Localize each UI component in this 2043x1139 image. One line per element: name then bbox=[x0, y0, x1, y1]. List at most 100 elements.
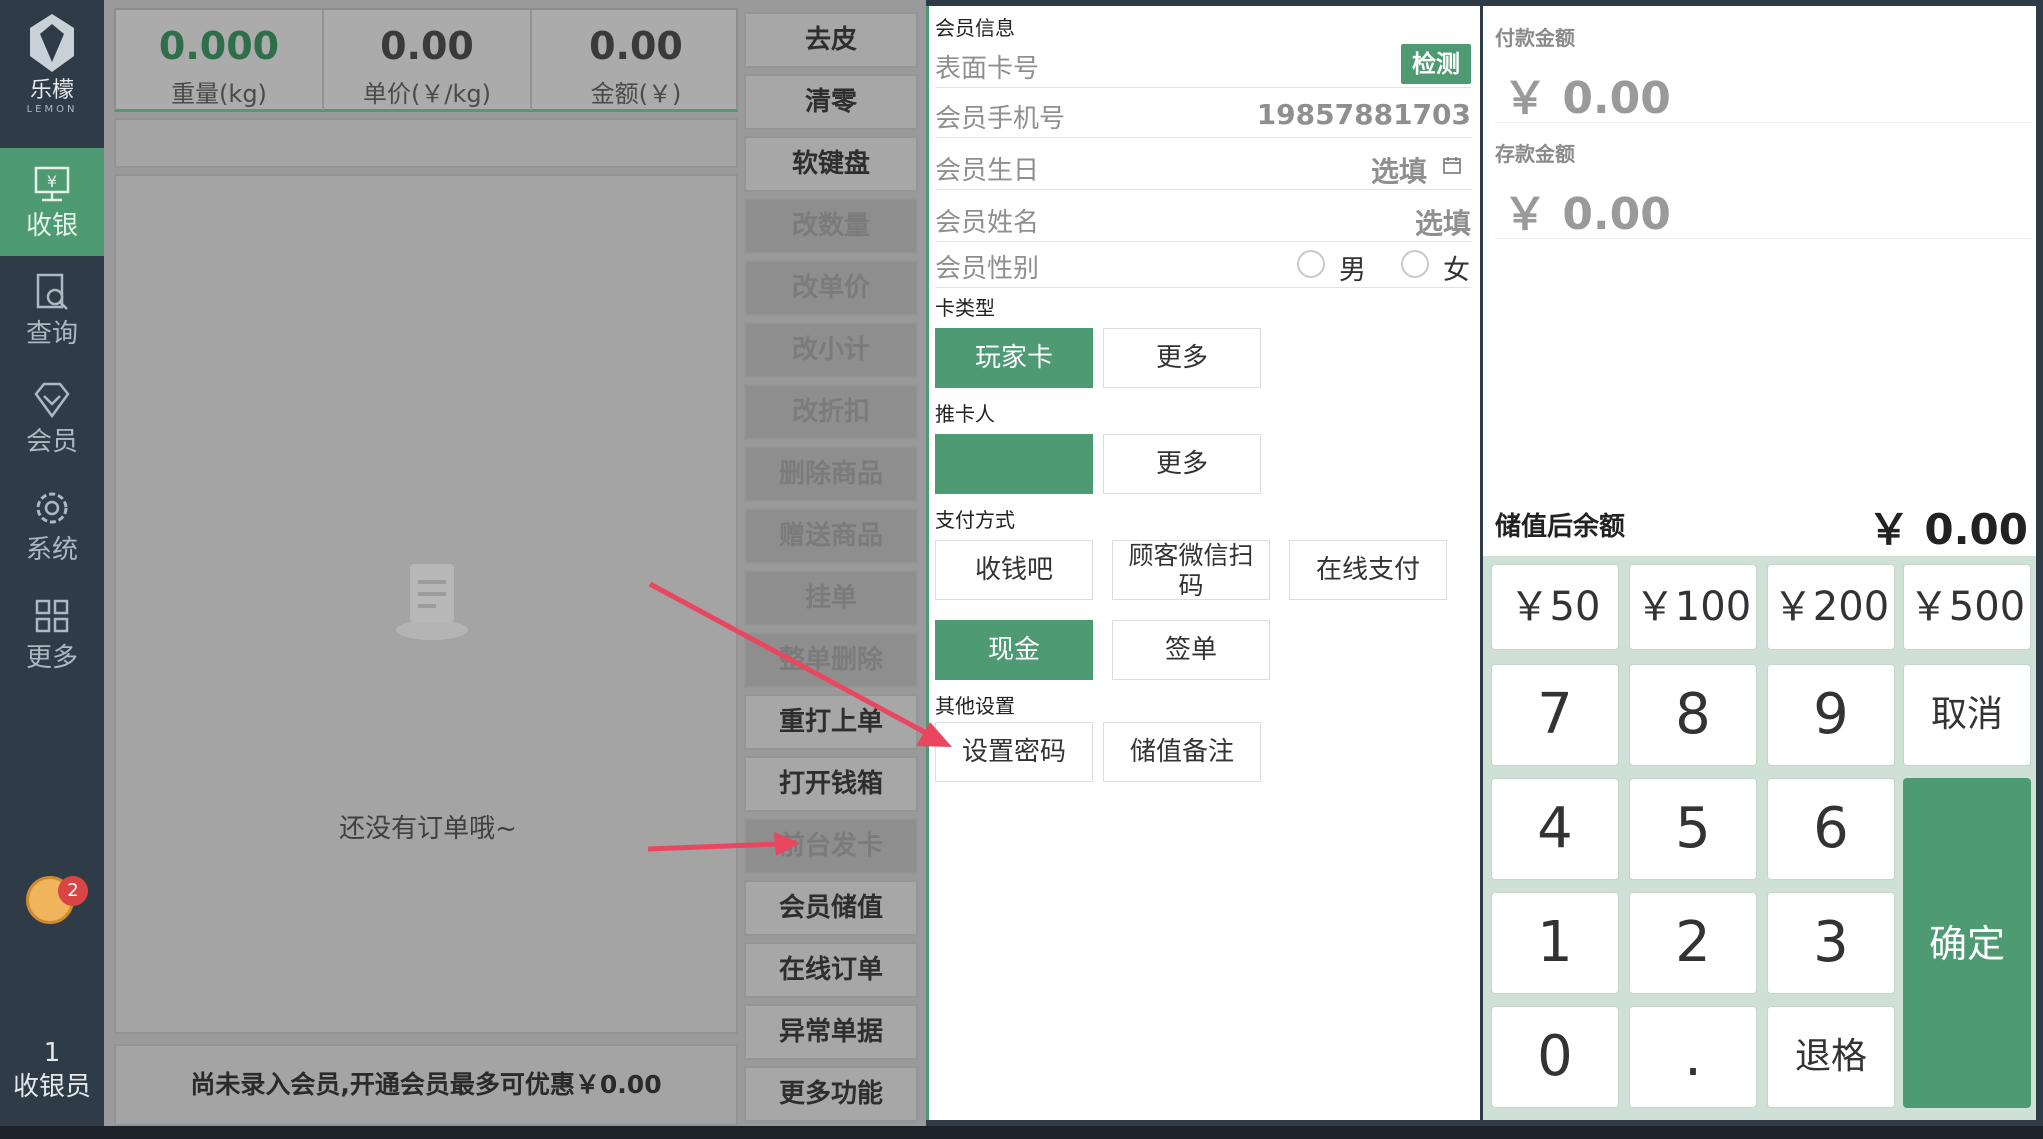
cashier-icon: ¥ bbox=[34, 166, 70, 202]
app-logo: 乐檬 LEMON bbox=[0, 12, 104, 122]
gear-icon bbox=[36, 492, 68, 524]
balance-label: 储值后余额 bbox=[1495, 512, 1626, 542]
order-list: 还没有订单哦~ bbox=[114, 174, 738, 1034]
function-button[interactable]: 打开钱箱 bbox=[744, 756, 918, 812]
sidebar-item-label: 收银 bbox=[25, 211, 78, 241]
pay-wechat-line1: 顾客微信扫 bbox=[1128, 541, 1254, 570]
key-5[interactable]: 5 bbox=[1629, 778, 1757, 880]
pay-wechat-line2: 码 bbox=[1178, 571, 1204, 600]
key-3[interactable]: 3 bbox=[1767, 892, 1895, 994]
scale-display: 0.000 重量(kg) 0.00 单价(￥/kg) 0.00 金额(￥) bbox=[114, 8, 738, 112]
card-no-label: 表面卡号 bbox=[935, 54, 1040, 84]
other-settings-title: 其他设置 bbox=[935, 694, 1015, 718]
phone-value: 19857881703 bbox=[1256, 98, 1471, 131]
member-info-title: 会员信息 bbox=[935, 16, 1015, 40]
set-password-button[interactable]: 设置密码 bbox=[935, 722, 1093, 782]
referrer-more-button[interactable]: 更多 bbox=[1103, 434, 1261, 494]
function-button[interactable]: 异常单据 bbox=[744, 1004, 918, 1060]
empty-order-text: 还没有订单哦~ bbox=[339, 814, 517, 844]
deposit-note-button[interactable]: 储值备注 bbox=[1103, 722, 1261, 782]
quick-amount-50[interactable]: ￥50 bbox=[1491, 564, 1619, 650]
os-taskbar bbox=[0, 1126, 2043, 1139]
phone-label: 会员手机号 bbox=[935, 104, 1066, 134]
pay-wechat-scan[interactable]: 顾客微信扫 码 bbox=[1112, 540, 1270, 600]
birthday-field[interactable]: 会员生日 选填 bbox=[935, 142, 1471, 190]
key-8[interactable]: 8 bbox=[1629, 664, 1757, 766]
function-button[interactable]: 去皮 bbox=[744, 12, 918, 68]
key-dot[interactable]: . bbox=[1629, 1006, 1757, 1108]
card-type-more-button[interactable]: 更多 bbox=[1103, 328, 1261, 388]
phone-field[interactable]: 会员手机号 19857881703 bbox=[935, 90, 1471, 138]
referrer-selected[interactable] bbox=[935, 434, 1093, 494]
pay-shouqianba[interactable]: 收钱吧 bbox=[935, 540, 1093, 600]
gender-field: 会员性别 男 女 bbox=[935, 240, 1471, 288]
sidebar-item-label: 更多 bbox=[25, 643, 78, 673]
divider bbox=[1495, 122, 2031, 123]
barcode-input-bar[interactable] bbox=[114, 118, 738, 168]
card-type-title: 卡类型 bbox=[935, 296, 995, 320]
function-button: 删除商品 bbox=[744, 446, 918, 502]
key-6[interactable]: 6 bbox=[1767, 778, 1895, 880]
member-promo-bar[interactable]: 尚未录入会员,开通会员最多可优惠￥0.00 bbox=[114, 1044, 738, 1126]
order-panel: 0.000 重量(kg) 0.00 单价(￥/kg) 0.00 金额(￥) 还没… bbox=[104, 0, 926, 1139]
pay-cash[interactable]: 现金 bbox=[935, 620, 1093, 680]
sidebar-item-cashier[interactable]: ¥ 收银 bbox=[0, 148, 104, 256]
function-button[interactable]: 重打上单 bbox=[744, 694, 918, 750]
card-type-player[interactable]: 玩家卡 bbox=[935, 328, 1093, 388]
card-no-field[interactable]: 表面卡号 检测 bbox=[935, 40, 1471, 88]
deposit-amount-value[interactable]: ￥ 0.00 bbox=[1503, 178, 1671, 242]
sidebar-item-member[interactable]: 会员 bbox=[0, 364, 104, 472]
key-7[interactable]: 7 bbox=[1491, 664, 1619, 766]
key-9[interactable]: 9 bbox=[1767, 664, 1895, 766]
unit-price-cell: 0.00 单价(￥/kg) bbox=[324, 10, 532, 110]
sidebar: 乐檬 LEMON ¥ 收银 查询 会员 系统 更多 2 1 收银员 bbox=[0, 0, 104, 1139]
function-button: 改小计 bbox=[744, 322, 918, 378]
quick-amount-500[interactable]: ￥500 bbox=[1903, 564, 2031, 650]
sidebar-item-more[interactable]: 更多 bbox=[0, 580, 104, 688]
empty-order-icon bbox=[396, 564, 468, 640]
cashier-info: 1 收银员 bbox=[0, 1036, 104, 1104]
sidebar-item-query[interactable]: 查询 bbox=[0, 256, 104, 364]
sidebar-item-label: 系统 bbox=[25, 535, 78, 565]
paid-amount-value[interactable]: ￥ 0.00 bbox=[1503, 62, 1671, 126]
gender-female-radio[interactable] bbox=[1401, 250, 1429, 278]
weight-cell: 0.000 重量(kg) bbox=[116, 10, 324, 110]
pay-sign-bill[interactable]: 签单 bbox=[1112, 620, 1270, 680]
detect-button[interactable]: 检测 bbox=[1401, 44, 1471, 84]
pay-online[interactable]: 在线支付 bbox=[1289, 540, 1447, 600]
cancel-button[interactable]: 取消 bbox=[1903, 664, 2031, 766]
key-0[interactable]: 0 bbox=[1491, 1006, 1619, 1108]
function-button[interactable]: 会员储值 bbox=[744, 880, 918, 936]
key-1[interactable]: 1 bbox=[1491, 892, 1619, 994]
function-button: 改数量 bbox=[744, 198, 918, 254]
unit-price-label: 单价(￥/kg) bbox=[363, 80, 491, 108]
key-4[interactable]: 4 bbox=[1491, 778, 1619, 880]
function-button[interactable]: 软键盘 bbox=[744, 136, 918, 192]
paid-amount-label: 付款金额 bbox=[1495, 26, 1575, 50]
function-button: 前台发卡 bbox=[744, 818, 918, 874]
divider bbox=[1495, 238, 2031, 239]
backspace-button[interactable]: 退格 bbox=[1767, 1006, 1895, 1108]
calendar-icon[interactable] bbox=[1443, 156, 1461, 174]
gender-male-label: 男 bbox=[1339, 255, 1366, 286]
quick-amount-100[interactable]: ￥100 bbox=[1629, 564, 1757, 650]
svg-text:¥: ¥ bbox=[47, 172, 57, 191]
function-button[interactable]: 清零 bbox=[744, 74, 918, 130]
function-button: 挂单 bbox=[744, 570, 918, 626]
key-2[interactable]: 2 bbox=[1629, 892, 1757, 994]
lemon-logo-icon bbox=[30, 14, 74, 72]
function-button: 改折扣 bbox=[744, 384, 918, 440]
sidebar-item-label: 查询 bbox=[25, 319, 78, 349]
cashier-label: 收银员 bbox=[12, 1072, 91, 1102]
quick-amount-200[interactable]: ￥200 bbox=[1767, 564, 1895, 650]
sidebar-item-system[interactable]: 系统 bbox=[0, 472, 104, 580]
name-field[interactable]: 会员姓名 选填 bbox=[935, 194, 1471, 242]
keypad: ￥50 ￥100 ￥200 ￥500 7 8 9 取消 4 5 6 确定 1 2… bbox=[1483, 556, 2036, 1120]
function-button[interactable]: 更多功能 bbox=[744, 1066, 918, 1122]
confirm-button[interactable]: 确定 bbox=[1903, 778, 2031, 1108]
function-button[interactable]: 在线订单 bbox=[744, 942, 918, 998]
weight-label: 重量(kg) bbox=[171, 80, 267, 108]
gender-male-radio[interactable] bbox=[1297, 250, 1325, 278]
weight-value: 0.000 bbox=[158, 24, 280, 68]
search-doc-icon bbox=[36, 273, 68, 310]
